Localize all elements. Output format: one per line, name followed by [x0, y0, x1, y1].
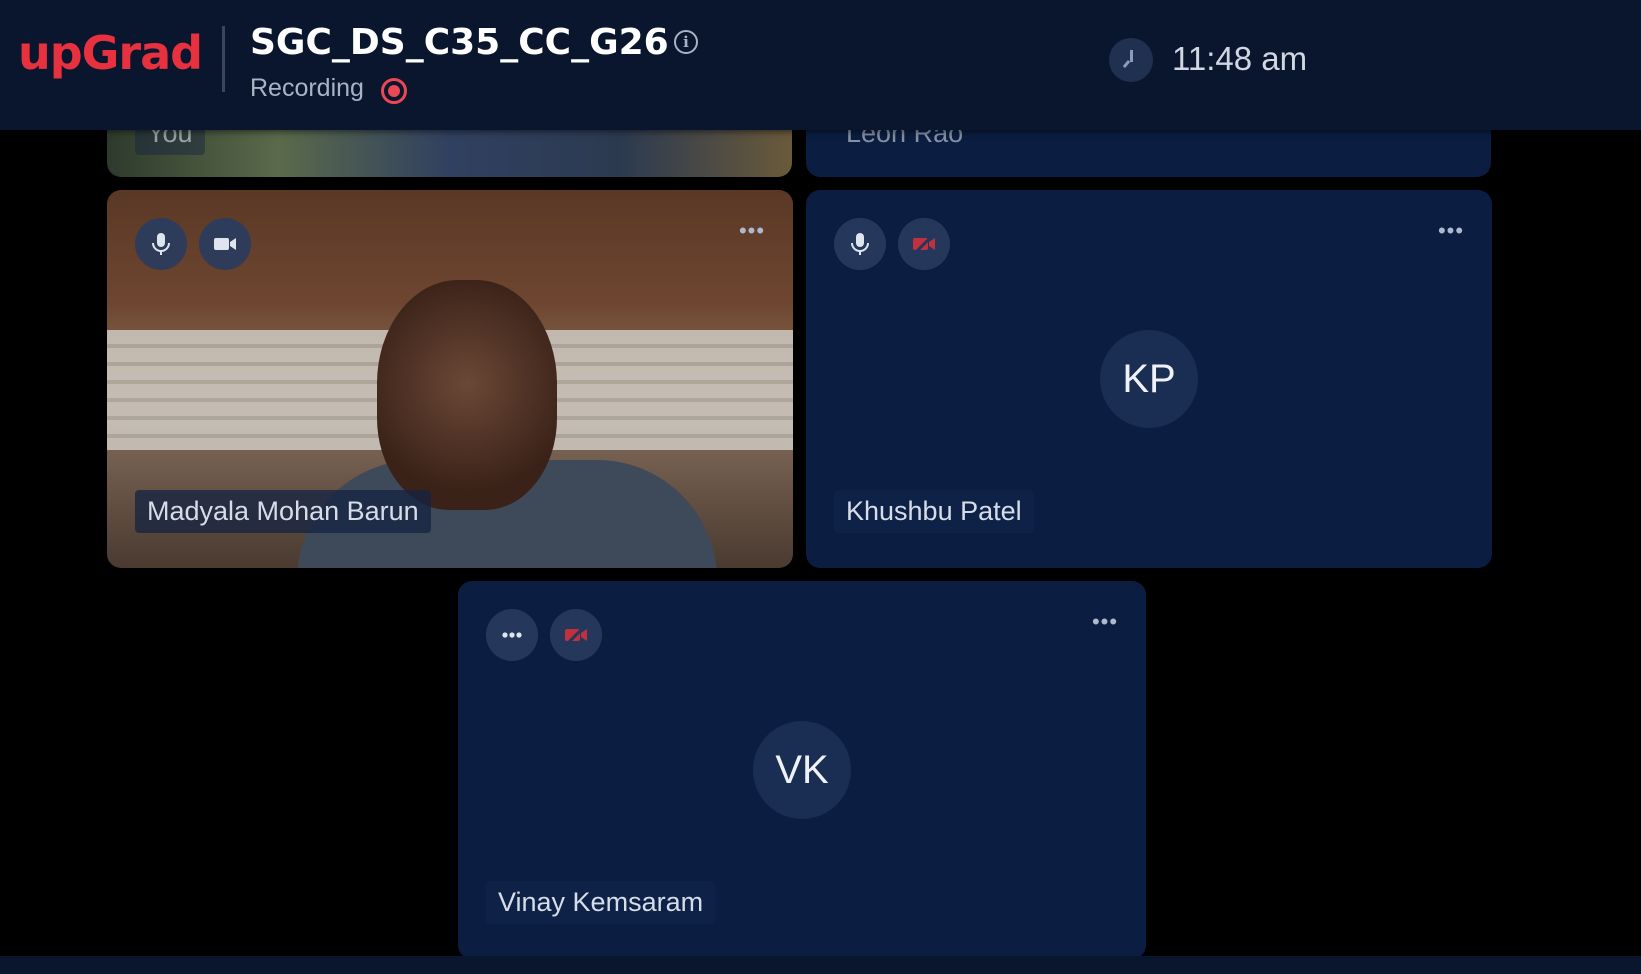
clock-icon — [1109, 38, 1153, 82]
recording-indicator-icon — [381, 78, 407, 104]
mic-icon[interactable] — [834, 218, 886, 270]
more-options-icon[interactable] — [486, 609, 538, 661]
camera-icon[interactable] — [199, 218, 251, 270]
meeting-title: SGC_DS_C35_CC_G26 — [250, 22, 669, 63]
top-bar: upGrad SGC_DS_C35_CC_G26 i Recording 11:… — [0, 0, 1641, 130]
video-person-head — [377, 280, 557, 510]
participant-name: Madyala Mohan Barun — [135, 490, 431, 533]
participant-tile-madyala[interactable]: ••• Madyala Mohan Barun — [107, 190, 793, 568]
bottom-toolbar-edge — [0, 956, 1641, 974]
recording-label: Recording — [250, 74, 364, 102]
camera-off-icon[interactable] — [550, 609, 602, 661]
more-options-icon[interactable]: ••• — [737, 220, 767, 242]
participant-name: Khushbu Patel — [834, 490, 1034, 533]
avatar: VK — [753, 721, 851, 819]
more-options-icon[interactable]: ••• — [1436, 220, 1466, 242]
mic-icon[interactable] — [135, 218, 187, 270]
more-options-icon[interactable]: ••• — [1090, 611, 1120, 633]
header-divider — [222, 26, 225, 92]
upgrad-logo: upGrad — [18, 26, 203, 80]
meeting-time: 11:48 am — [1172, 40, 1308, 77]
info-icon[interactable]: i — [674, 30, 698, 54]
participant-tile-khushbu[interactable]: ••• KP Khushbu Patel — [806, 190, 1492, 568]
avatar: KP — [1100, 330, 1198, 428]
participant-name: Vinay Kemsaram — [486, 881, 716, 924]
participant-tile-vinay[interactable]: ••• VK Vinay Kemsaram — [458, 581, 1146, 959]
camera-off-icon[interactable] — [898, 218, 950, 270]
